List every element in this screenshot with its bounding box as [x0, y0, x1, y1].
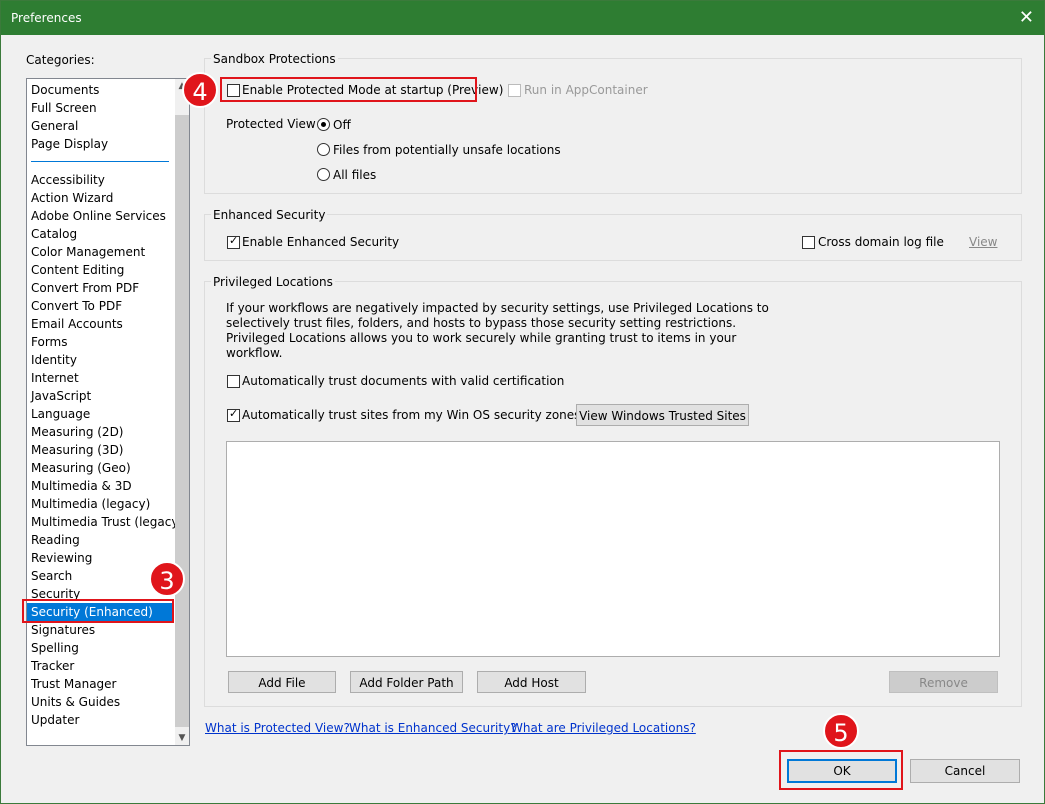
category-item[interactable]: Internet: [31, 369, 79, 387]
category-item[interactable]: Multimedia (legacy): [31, 495, 150, 513]
category-item[interactable]: Convert From PDF: [31, 279, 139, 297]
add-folder-path-button[interactable]: Add Folder Path: [350, 671, 463, 693]
category-item[interactable]: Measuring (2D): [31, 423, 124, 441]
privileged-description-line-4: workflow.: [226, 346, 283, 360]
privileged-description-line-1: If your workflows are negatively impacte…: [226, 301, 769, 315]
category-item[interactable]: Page Display: [31, 135, 108, 153]
title-bar: Preferences ✕: [1, 1, 1044, 35]
run-in-appcontainer-checkbox[interactable]: [508, 84, 521, 97]
protected-view-all-label[interactable]: All files: [333, 168, 376, 182]
window-title: Preferences: [11, 11, 82, 25]
cross-domain-log-checkbox[interactable]: [802, 236, 815, 249]
highlight-ok-button: [779, 750, 903, 790]
category-item[interactable]: General: [31, 117, 78, 135]
category-item[interactable]: Catalog: [31, 225, 77, 243]
protected-view-label: Protected View: [226, 117, 316, 131]
category-item[interactable]: Documents: [31, 81, 99, 99]
trust-win-zones-label[interactable]: Automatically trust sites from my Win OS…: [242, 408, 580, 422]
category-item[interactable]: Reading: [31, 531, 80, 549]
category-item[interactable]: Forms: [31, 333, 67, 351]
categories-list[interactable]: Documents Full Screen General Page Display A…: [26, 78, 190, 746]
category-item[interactable]: Action Wizard: [31, 189, 113, 207]
protected-view-off-radio[interactable]: [317, 118, 330, 131]
category-separator: [31, 161, 169, 162]
category-item[interactable]: Reviewing: [31, 549, 92, 567]
privileged-description-line-3: Privileged Locations allows you to work …: [226, 331, 737, 345]
category-item[interactable]: Content Editing: [31, 261, 124, 279]
highlight-protected-mode: [220, 77, 477, 102]
category-item[interactable]: Color Management: [31, 243, 145, 261]
trust-certified-checkbox[interactable]: [227, 375, 240, 388]
category-item[interactable]: Convert To PDF: [31, 297, 122, 315]
category-item[interactable]: Language: [31, 405, 90, 423]
cross-domain-log-label[interactable]: Cross domain log file: [818, 235, 944, 249]
what-is-enhanced-security-link[interactable]: What is Enhanced Security?: [349, 721, 517, 735]
category-item[interactable]: Signatures: [31, 621, 95, 639]
protected-view-unsafe-radio[interactable]: [317, 143, 330, 156]
step-4-badge: 4: [182, 72, 218, 108]
category-item[interactable]: Updater: [31, 711, 79, 729]
run-in-appcontainer-label: Run in AppContainer: [524, 83, 648, 97]
sandbox-protections-title: Sandbox Protections: [211, 52, 338, 66]
category-item[interactable]: Spelling: [31, 639, 79, 657]
protected-view-all-radio[interactable]: [317, 168, 330, 181]
category-item[interactable]: Adobe Online Services: [31, 207, 166, 225]
scroll-thumb[interactable]: [175, 115, 189, 727]
add-file-button[interactable]: Add File: [228, 671, 336, 693]
category-item[interactable]: Units & Guides: [31, 693, 120, 711]
privileged-locations-title: Privileged Locations: [211, 275, 335, 289]
category-item[interactable]: Multimedia Trust (legacy): [31, 513, 183, 531]
trust-win-zones-checkbox[interactable]: [227, 407, 240, 422]
category-item[interactable]: Full Screen: [31, 99, 97, 117]
category-item[interactable]: Measuring (Geo): [31, 459, 131, 477]
what-are-privileged-locations-link[interactable]: What are Privileged Locations?: [511, 721, 696, 735]
cancel-button[interactable]: Cancel: [910, 759, 1020, 783]
close-icon[interactable]: ✕: [1019, 7, 1034, 28]
categories-label: Categories:: [26, 53, 95, 67]
remove-button[interactable]: Remove: [889, 671, 998, 693]
view-log-link[interactable]: View: [969, 235, 997, 249]
highlight-security-enhanced: [22, 599, 174, 623]
category-item[interactable]: Identity: [31, 351, 77, 369]
category-item[interactable]: Measuring (3D): [31, 441, 124, 459]
step-3-badge: 3: [149, 561, 185, 597]
view-windows-trusted-sites-button[interactable]: View Windows Trusted Sites: [576, 404, 749, 426]
enable-enhanced-security-label[interactable]: Enable Enhanced Security: [242, 235, 399, 249]
enable-enhanced-security-checkbox[interactable]: [227, 234, 240, 249]
privileged-description-line-2: selectively trust files, folders, and ho…: [226, 316, 737, 330]
protected-view-unsafe-label[interactable]: Files from potentially unsafe locations: [333, 143, 561, 157]
category-item[interactable]: Search: [31, 567, 72, 585]
add-host-button[interactable]: Add Host: [477, 671, 586, 693]
protected-view-off-label[interactable]: Off: [333, 118, 351, 132]
trust-certified-label[interactable]: Automatically trust documents with valid…: [242, 374, 564, 388]
scroll-down-icon[interactable]: ▼: [176, 731, 188, 745]
privileged-locations-list[interactable]: [226, 441, 1000, 657]
step-5-badge: 5: [823, 713, 859, 749]
category-item[interactable]: JavaScript: [31, 387, 91, 405]
enhanced-security-title: Enhanced Security: [211, 208, 328, 222]
preferences-dialog: Preferences ✕ Categories: Documents Full …: [0, 0, 1045, 804]
category-item[interactable]: Accessibility: [31, 171, 105, 189]
category-item[interactable]: Trust Manager: [31, 675, 116, 693]
category-item[interactable]: Multimedia & 3D: [31, 477, 132, 495]
what-is-protected-view-link[interactable]: What is Protected View?: [205, 721, 350, 735]
category-item[interactable]: Tracker: [31, 657, 74, 675]
category-item[interactable]: Email Accounts: [31, 315, 123, 333]
categories-scrollbar[interactable]: ▲ ▼: [175, 79, 189, 745]
